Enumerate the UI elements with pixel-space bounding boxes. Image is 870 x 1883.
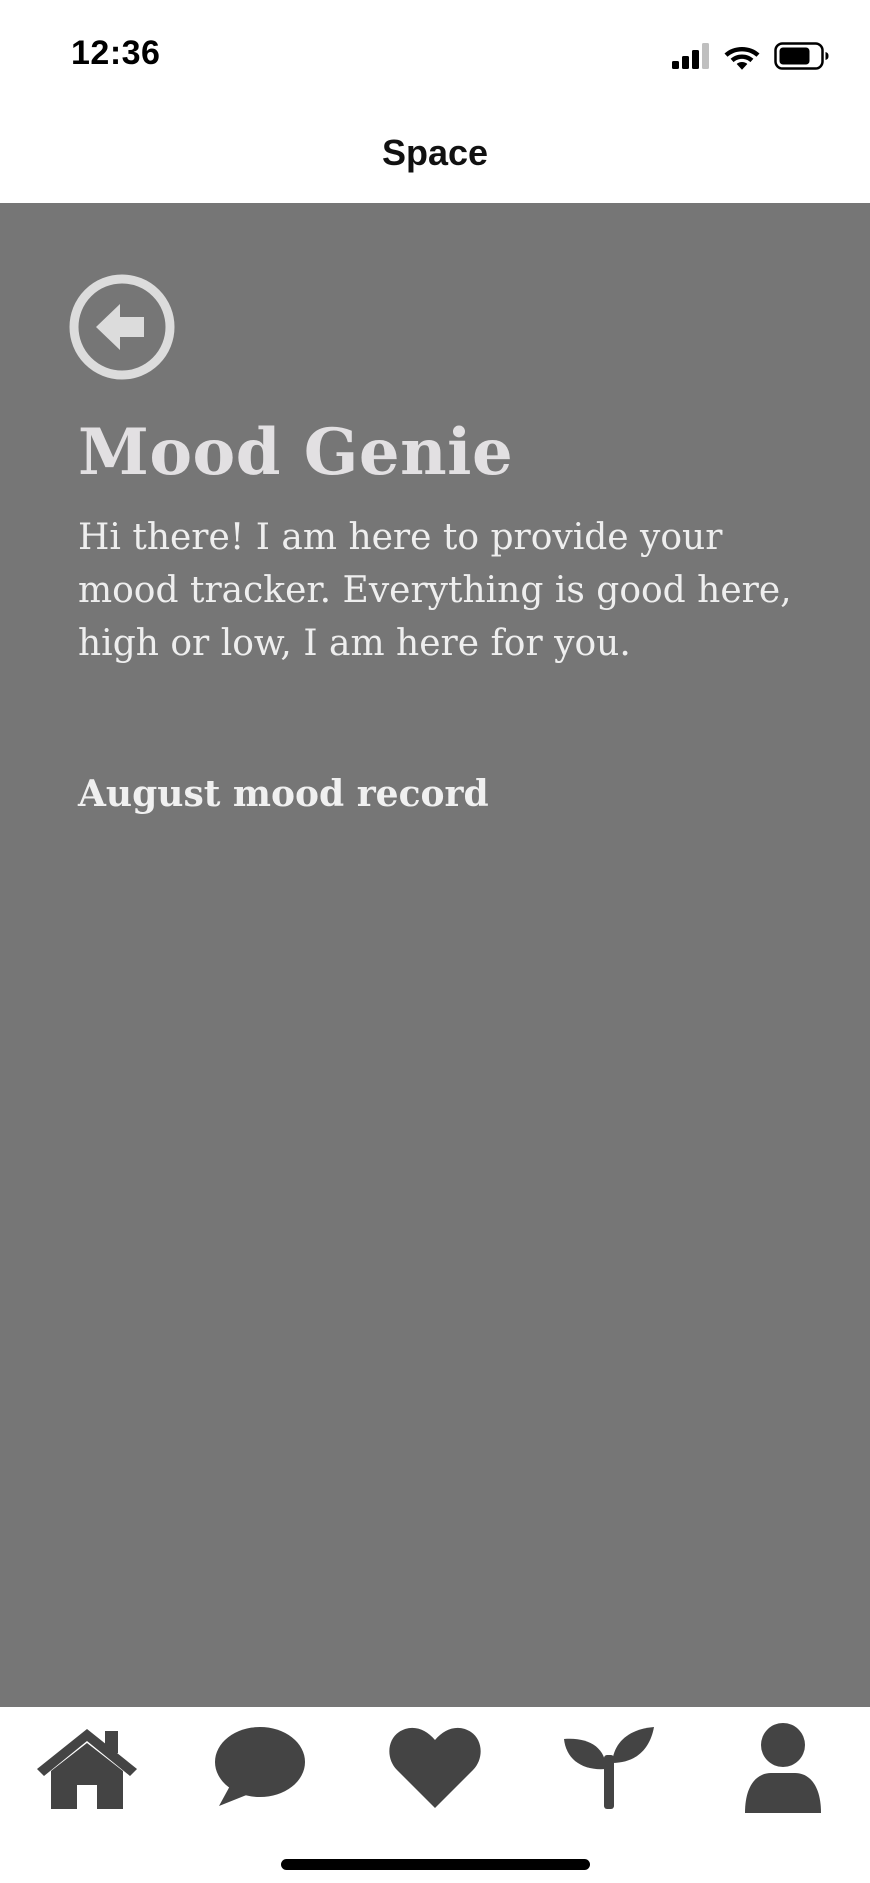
wifi-icon <box>724 46 760 70</box>
battery-icon <box>774 42 829 70</box>
back-button[interactable] <box>68 273 176 381</box>
tab-growth[interactable] <box>554 1717 664 1817</box>
status-icons <box>672 40 830 72</box>
status-time: 12:36 <box>71 34 161 72</box>
intro-text: Hi there! I am here to provide your mood… <box>78 517 815 664</box>
mood-record-heading: August mood record <box>78 773 489 815</box>
status-bar: 12:36 <box>0 0 870 110</box>
home-icon <box>37 1729 137 1809</box>
sprout-icon <box>564 1727 654 1809</box>
home-indicator <box>281 1859 590 1870</box>
page-title: Mood Genie <box>78 415 514 490</box>
nav-bar: Space <box>0 110 870 203</box>
tab-chat[interactable] <box>205 1717 315 1817</box>
nav-title: Space <box>381 132 489 173</box>
main-content: Mood Genie Hi there! I am here to provid… <box>0 203 870 1707</box>
heart-icon <box>389 1727 481 1808</box>
user-icon <box>745 1723 821 1813</box>
chat-bubble-icon <box>215 1727 305 1806</box>
signal-icon <box>672 43 709 69</box>
arrow-left-circle-icon <box>69 274 175 380</box>
tab-heart[interactable] <box>380 1717 490 1817</box>
tab-home[interactable] <box>32 1717 142 1817</box>
tab-profile[interactable] <box>728 1717 838 1817</box>
tab-bar <box>0 1707 870 1883</box>
